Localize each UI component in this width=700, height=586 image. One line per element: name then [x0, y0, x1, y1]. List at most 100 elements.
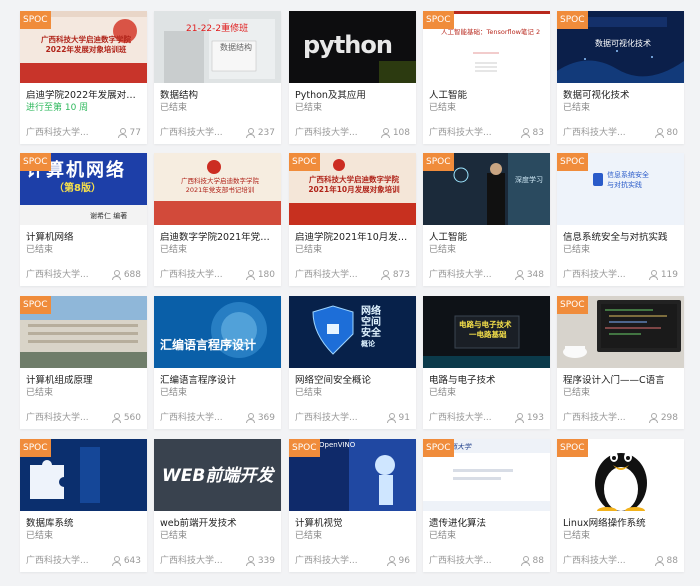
course-title[interactable]: 人工智能 — [429, 232, 547, 244]
course-title[interactable]: 数据库系统 — [26, 518, 144, 530]
course-title[interactable]: 信息系统安全与对抗实践 — [563, 232, 681, 244]
course-status: 已结束 — [160, 103, 188, 113]
course-card[interactable]: 21-22-2重修班 数据结构 数据结构 已结束 广西科技大学... 237 — [154, 11, 281, 144]
participant-count-value: 80 — [666, 128, 678, 138]
course-status: 已结束 — [295, 245, 323, 255]
school-name: 广西科技大学... — [26, 556, 89, 566]
course-title[interactable]: 电路与电子技术 — [429, 375, 547, 387]
participant-count: 80 — [654, 127, 678, 139]
course-card[interactable]: python Python及其应用 已结束 广西科技大学... 108 — [289, 11, 416, 144]
user-icon — [386, 413, 396, 423]
course-card[interactable]: 广西科技大学启迪数字学院 2021年10月发展对象培训 SPOC 启迪学院202… — [289, 153, 416, 286]
course-grid: 广西科技大学启迪数字学院 2022年发展对象培训班 SPOC 启迪学院2022年… — [0, 0, 700, 586]
participant-count-value: 77 — [129, 128, 141, 138]
school-name: 广西科技大学... — [429, 413, 492, 423]
course-thumbnail[interactable]: 电路与电子技术 一电路基础 — [423, 296, 550, 368]
participant-count-value: 348 — [526, 270, 544, 280]
course-thumbnail[interactable]: python — [289, 11, 416, 83]
course-title[interactable]: 计算机网络 — [26, 232, 144, 244]
course-title[interactable]: 数据结构 — [160, 90, 278, 102]
user-icon — [380, 270, 390, 280]
course-title[interactable]: 启迪学院2021年10月发展... — [295, 232, 413, 244]
user-icon — [245, 128, 255, 138]
participant-count: 237 — [245, 127, 275, 139]
course-status: 进行至第 10 周 — [26, 103, 89, 113]
user-icon — [514, 270, 524, 280]
participant-count: 119 — [648, 269, 678, 281]
course-card[interactable]: 汇编语言程序设计 汇编语言程序设计 已结束 广西科技大学... 369 — [154, 296, 281, 429]
participant-count: 560 — [111, 412, 141, 424]
course-card[interactable]: OpenVINO SPOC 计算机视觉 已结束 广西科技大学... 96 — [289, 439, 416, 572]
school-name: 广西科技大学... — [26, 270, 89, 280]
user-icon — [520, 128, 530, 138]
course-title[interactable]: web前端开发技术 — [160, 518, 278, 530]
course-card[interactable]: 数据可视化技术 SPOC 数据可视化技术 已结束 广西科技大学... 80 — [557, 11, 684, 144]
course-title[interactable]: Linux网络操作系统 — [563, 518, 681, 530]
course-card[interactable]: 电路与电子技术 一电路基础 电路与电子技术 已结束 广西科技大学... 193 — [423, 296, 550, 429]
course-title[interactable]: 计算机组成原理 — [26, 375, 144, 387]
spoc-badge: SPOC — [557, 11, 588, 29]
course-status: 已结束 — [429, 245, 457, 255]
school-name: 广西科技大学... — [563, 270, 626, 280]
participant-count: 339 — [245, 555, 275, 567]
thumb-caption: 电路与电子技术 — [459, 320, 512, 329]
course-thumbnail[interactable]: 汇编语言程序设计 — [154, 296, 281, 368]
course-thumbnail[interactable]: 广西科技大学启迪数字学院 2021年党支部书记培训 — [154, 153, 281, 225]
user-icon — [245, 556, 255, 566]
participant-count-value: 643 — [123, 556, 141, 566]
course-card[interactable]: 广西科技大学启迪数字学院 2022年发展对象培训班 SPOC 启迪学院2022年… — [20, 11, 147, 144]
course-card[interactable]: 深度学习 SPOC 人工智能 已结束 广西科技大学... 348 — [423, 153, 550, 286]
course-card[interactable]: 网络 空间 安全 概论 网络空间安全概论 已结束 广西科技大学... 91 — [289, 296, 416, 429]
course-thumbnail[interactable]: 网络 空间 安全 概论 — [289, 296, 416, 368]
course-status: 已结束 — [295, 531, 323, 541]
course-title[interactable]: 网络空间安全概论 — [295, 375, 413, 387]
course-title[interactable]: 汇编语言程序设计 — [160, 375, 278, 387]
participant-count: 688 — [111, 269, 141, 281]
school-name: 广西科技大学... — [563, 413, 626, 423]
thumb-caption: 信息系统安全 — [607, 171, 649, 179]
school-name: 广西科技大学... — [429, 556, 492, 566]
course-status: 已结束 — [160, 245, 188, 255]
course-card[interactable]: 人工智能基础：Tensorflow笔记 2 SPOC 人工智能 已结束 广西科技… — [423, 11, 550, 144]
participant-count: 91 — [386, 412, 410, 424]
participant-count-value: 688 — [123, 270, 141, 280]
participant-count-value: 339 — [257, 556, 275, 566]
course-title[interactable]: 数据可视化技术 — [563, 90, 681, 102]
course-title[interactable]: 人工智能 — [429, 90, 547, 102]
course-title[interactable]: 程序设计入门——C语言 — [563, 375, 681, 387]
course-card[interactable]: SPOC Linux网络操作系统 已结束 广西科技大学... 88 — [557, 439, 684, 572]
user-icon — [386, 556, 396, 566]
course-status: 已结束 — [295, 103, 323, 113]
course-title[interactable]: 遗传进化算法 — [429, 518, 547, 530]
course-card[interactable]: SPOC 计算机组成原理 已结束 广西科技大学... 560 — [20, 296, 147, 429]
thumb-caption: 网络 — [361, 306, 381, 317]
user-icon — [514, 413, 524, 423]
participant-count: 873 — [380, 269, 410, 281]
thumb-caption: 广西科技大学启迪数字学院 — [41, 35, 131, 44]
school-name: 广西科技大学... — [295, 128, 358, 138]
course-title[interactable]: 启迪学院2022年发展对象... — [26, 90, 144, 102]
course-card[interactable]: SPOC 程序设计入门——C语言 已结束 广西科技大学... 298 — [557, 296, 684, 429]
user-icon — [117, 128, 127, 138]
user-icon — [245, 413, 255, 423]
course-title[interactable]: 启迪数字学院2021年党支... — [160, 232, 278, 244]
course-card[interactable]: 广西大学 SPOC 遗传进化算法 已结束 广西科技大学... 88 — [423, 439, 550, 572]
course-thumbnail[interactable]: 21-22-2重修班 数据结构 — [154, 11, 281, 83]
school-name: 广西科技大学... — [295, 413, 358, 423]
participant-count-value: 369 — [257, 413, 275, 423]
course-card[interactable]: WEB前端开发 web前端开发技术 已结束 广西科技大学... 339 — [154, 439, 281, 572]
user-icon — [111, 270, 121, 280]
spoc-badge: SPOC — [289, 439, 320, 457]
course-title[interactable]: Python及其应用 — [295, 90, 413, 102]
course-title[interactable]: 计算机视觉 — [295, 518, 413, 530]
course-card[interactable]: 计算机网络 （第8版） 谢希仁 编著 SPOC 计算机网络 已结束 广西科技大学… — [20, 153, 147, 286]
course-card[interactable]: 信息系统安全 与对抗实践 SPOC 信息系统安全与对抗实践 已结束 广西科技大学… — [557, 153, 684, 286]
course-card[interactable]: 广西科技大学启迪数字学院 2021年党支部书记培训 启迪数字学院2021年党支.… — [154, 153, 281, 286]
participant-count: 83 — [520, 127, 544, 139]
participant-count: 180 — [245, 269, 275, 281]
course-thumbnail[interactable]: WEB前端开发 — [154, 439, 281, 511]
course-card[interactable]: SPOC 数据库系统 已结束 广西科技大学... 643 — [20, 439, 147, 572]
course-status: 已结束 — [429, 103, 457, 113]
thumb-caption: 2022年发展对象培训班 — [45, 45, 127, 54]
participant-count: 88 — [654, 555, 678, 567]
